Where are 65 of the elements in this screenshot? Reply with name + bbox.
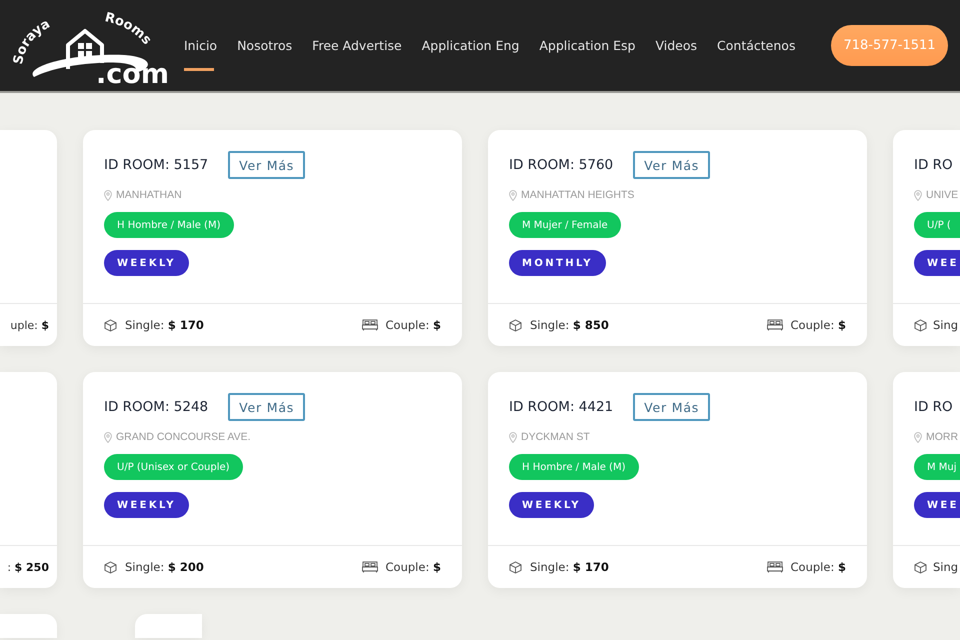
nav-link[interactable]: Contáctenos xyxy=(717,20,796,71)
location-pin-icon xyxy=(104,432,112,442)
single-price: Single: $ 170 xyxy=(125,318,204,332)
location-pin-icon xyxy=(509,190,517,200)
gender-tag: U/P (Unisex or Couple) xyxy=(104,454,243,480)
room-id: ID ROOM: 5157 xyxy=(104,157,208,173)
location-pin-icon xyxy=(104,190,112,200)
single-price: Single: $ 200 xyxy=(125,560,204,574)
plan-tag: WEEKLY xyxy=(104,250,189,276)
room-id: ID ROOM: 5760 xyxy=(509,157,614,173)
room-id: ID ROOM: 5248 xyxy=(104,399,208,415)
single-price: Single: $ 850 xyxy=(530,318,609,332)
couple-price: Couple: $ xyxy=(790,318,846,332)
couple-price: Couple: $ xyxy=(386,560,441,574)
bed-icon xyxy=(362,319,378,331)
single-price: Sing xyxy=(933,318,958,332)
cube-icon xyxy=(104,318,117,332)
card-background xyxy=(0,614,57,638)
nav-link[interactable]: Application Esp xyxy=(539,20,636,71)
gender-tag: H Hombre / Male (M) xyxy=(104,212,234,238)
see-more-button[interactable]: Ver Más xyxy=(633,151,710,179)
nav-link[interactable]: Free Advertise xyxy=(312,20,402,71)
see-more-button[interactable]: Ver Más xyxy=(228,393,306,421)
logo-domain-text: .com xyxy=(96,58,169,90)
gender-tag: U/P ( xyxy=(914,212,960,238)
couple-price: Couple: $ xyxy=(790,560,846,574)
bed-icon xyxy=(766,319,783,331)
see-more-button[interactable]: Ver Más xyxy=(228,151,306,179)
room-id: ID ROOM: 4421 xyxy=(509,399,614,415)
nav-link[interactable]: Nosotros xyxy=(237,20,292,71)
cube-icon xyxy=(509,560,522,574)
gender-tag: M Muj xyxy=(914,454,960,480)
nav-link[interactable]: Application Eng xyxy=(422,20,520,71)
plan-tag: WEE xyxy=(914,492,960,518)
plan-tag: MONTHLY xyxy=(509,250,606,276)
gender-tag: M Mujer / Female xyxy=(509,212,621,238)
bed-icon xyxy=(766,561,783,573)
location-pin-icon xyxy=(509,432,517,442)
room-id: ID RO xyxy=(914,399,953,415)
cube-icon xyxy=(509,318,522,332)
couple-price: : $ 250 xyxy=(7,560,49,574)
single-price: Sing xyxy=(933,560,958,574)
card-background xyxy=(135,614,202,638)
location-pin-icon xyxy=(914,190,922,200)
couple-price: uple: $ xyxy=(10,318,49,332)
plan-tag: WEE xyxy=(914,250,960,276)
cube-icon xyxy=(104,560,117,574)
couple-price: Couple: $ xyxy=(386,318,441,332)
gender-tag: H Hombre / Male (M) xyxy=(509,454,638,480)
cube-icon xyxy=(914,318,927,332)
bed-icon xyxy=(362,561,378,573)
see-more-button[interactable]: Ver Más xyxy=(633,393,710,421)
location-text: MORR xyxy=(926,431,958,443)
location-text: GRAND CONCOURSE AVE. xyxy=(116,431,251,443)
single-price: Single: $ 170 xyxy=(530,560,609,574)
plan-tag: WEEKLY xyxy=(509,492,594,518)
plan-tag: WEEKLY xyxy=(104,492,189,518)
location-text: MANHATHAN xyxy=(116,189,182,201)
cube-icon xyxy=(914,560,927,574)
location-pin-icon xyxy=(914,432,922,442)
nav-link[interactable]: Videos xyxy=(656,20,698,71)
location-text: DYCKMAN ST xyxy=(521,431,590,443)
room-id: ID RO xyxy=(914,157,953,173)
location-text: MANHATTAN HEIGHTS xyxy=(521,189,634,201)
location-text: UNIVE xyxy=(926,189,958,201)
